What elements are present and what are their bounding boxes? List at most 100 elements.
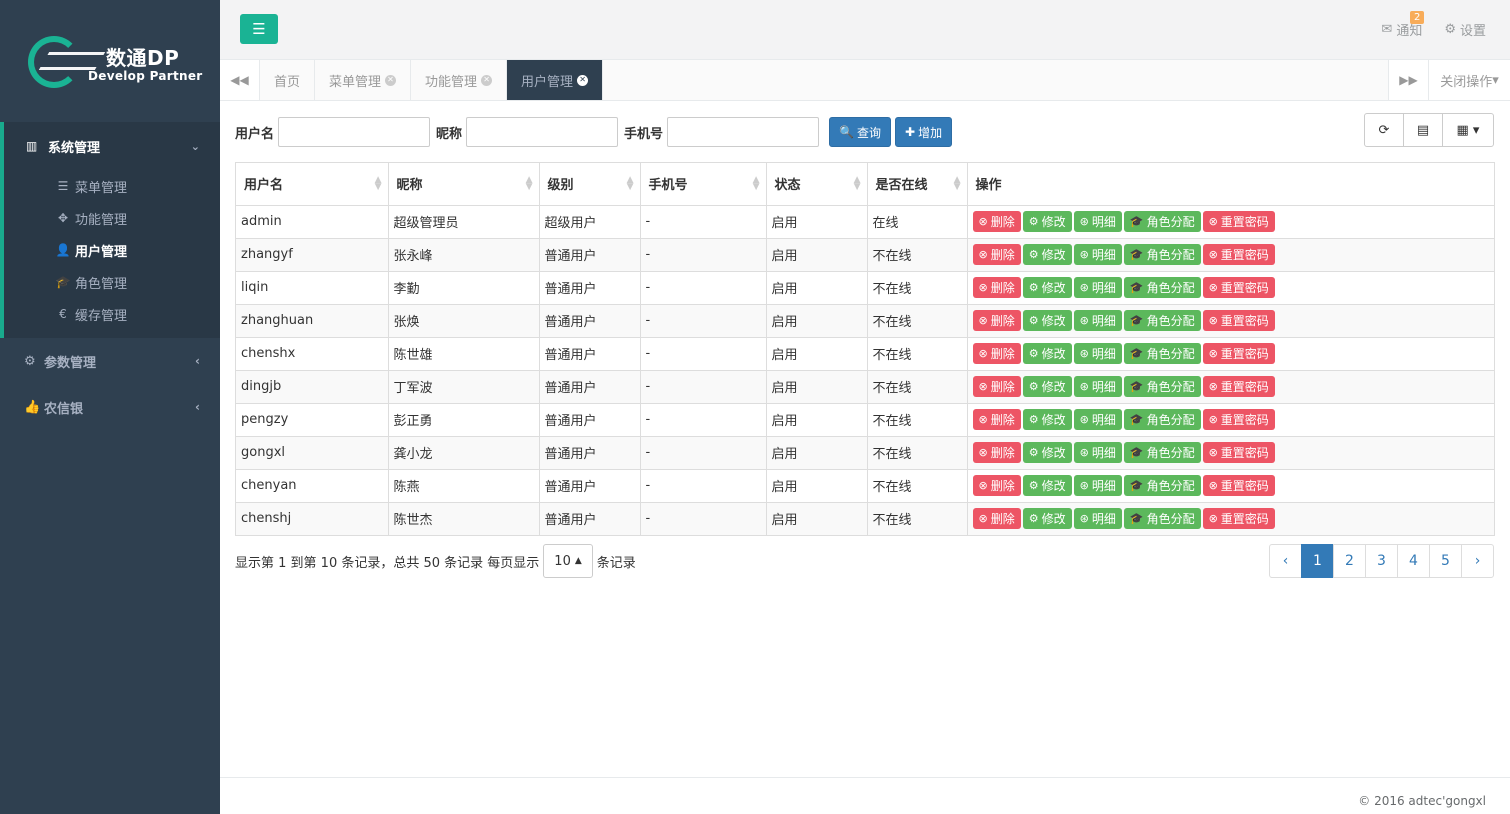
column-header-status[interactable]: 状态 ▲ ▼ (766, 163, 868, 206)
assign-role-button[interactable]: 🎓 角色分配 (1123, 211, 1201, 232)
detail-button[interactable]: ⊛ 明细 (1073, 343, 1122, 364)
edit-button[interactable]: ⚙ 修改 (1022, 211, 1072, 232)
reset-password-button[interactable]: ⊗ 重置密码 (1202, 277, 1275, 298)
edit-button[interactable]: ⚙ 修改 (1022, 376, 1072, 397)
edit-button[interactable]: ⚙ 修改 (1022, 475, 1072, 496)
assign-role-button[interactable]: 🎓 角色分配 (1123, 376, 1201, 397)
reset-password-button[interactable]: ⊗ 重置密码 (1202, 442, 1275, 463)
delete-button[interactable]: ⊗ 删除 (972, 244, 1021, 265)
delete-button[interactable]: ⊗ 删除 (972, 475, 1021, 496)
reset-password-label: 重置密码 (1220, 479, 1269, 493)
delete-label: 删除 (990, 479, 1015, 493)
sidebar-item-user[interactable]: 👤 用户管理 (4, 234, 220, 266)
column-header-username[interactable]: 用户名 ▲ ▼ (236, 163, 389, 206)
reset-password-button[interactable]: ⊗ 重置密码 (1202, 211, 1275, 232)
page-button[interactable]: 1 (1301, 544, 1334, 578)
assign-role-button[interactable]: 🎓 角色分配 (1123, 475, 1201, 496)
page-button[interactable]: 5 (1429, 544, 1462, 578)
delete-button[interactable]: ⊗ 删除 (972, 409, 1021, 430)
edit-button[interactable]: ⚙ 修改 (1022, 409, 1072, 430)
edit-button[interactable]: ⚙ 修改 (1022, 244, 1072, 265)
nav-system-toggle[interactable]: ▥ 系统管理 ⌄ (4, 122, 220, 170)
table-cell: 普通用户 (539, 468, 641, 502)
columns-icon[interactable]: ▦ ▾ (1443, 114, 1493, 146)
column-header-phone[interactable]: 手机号 ▲ ▼ (640, 163, 767, 206)
close-icon[interactable]: ✕ (385, 74, 397, 86)
delete-button[interactable]: ⊗ 删除 (972, 508, 1021, 530)
assign-role-button[interactable]: 🎓 角色分配 (1123, 343, 1201, 364)
tab-scroll-right-button[interactable]: ▶▶ (1388, 60, 1428, 100)
reset-password-button[interactable]: ⊗ 重置密码 (1202, 508, 1275, 530)
delete-button[interactable]: ⊗ 删除 (972, 343, 1021, 364)
table-cell: 普通用户 (539, 402, 641, 436)
reset-password-button[interactable]: ⊗ 重置密码 (1202, 376, 1275, 397)
phone-input[interactable] (667, 117, 820, 147)
tab-menu[interactable]: 菜单管理 ✕ (315, 60, 412, 100)
add-button[interactable]: ✚ 增加 (895, 117, 953, 147)
column-header-online[interactable]: 是否在线 ▲ ▼ (867, 163, 968, 206)
sidebar-item-role[interactable]: 🎓 角色管理 (4, 266, 220, 298)
edit-button[interactable]: ⚙ 修改 (1022, 277, 1072, 298)
reset-password-button[interactable]: ⊗ 重置密码 (1202, 409, 1275, 430)
edit-button[interactable]: ⚙ 修改 (1022, 508, 1072, 530)
delete-button[interactable]: ⊗ 删除 (972, 277, 1021, 298)
column-header-nickname[interactable]: 昵称 ▲ ▼ (388, 163, 540, 206)
edit-button[interactable]: ⚙ 修改 (1022, 442, 1072, 463)
detail-button[interactable]: ⊛ 明细 (1073, 310, 1122, 331)
nickname-input[interactable] (466, 117, 619, 147)
notify-link[interactable]: ✉ 通知 2 (1381, 11, 1425, 39)
edit-icon: ⚙ (1028, 446, 1039, 459)
close-icon[interactable]: ✕ (481, 74, 493, 86)
assign-role-button[interactable]: 🎓 角色分配 (1123, 277, 1201, 298)
sidebar-item-function[interactable]: ✥ 功能管理 (4, 202, 220, 234)
sidebar-item-params[interactable]: ⚙ 参数管理 ‹ (0, 338, 220, 384)
detail-button[interactable]: ⊛ 明细 (1073, 508, 1122, 530)
delete-button[interactable]: ⊗ 删除 (972, 442, 1021, 463)
page-size-dropdown[interactable]: 10 ▲ (543, 544, 593, 578)
page-button[interactable]: 2 (1333, 544, 1366, 578)
sidebar-item-nongxin[interactable]: 👍 农信银 ‹ (0, 384, 220, 430)
menu-toggle-button[interactable]: ☰ (240, 14, 278, 44)
tab-home[interactable]: 首页 (260, 60, 316, 100)
detail-button[interactable]: ⊛ 明细 (1073, 244, 1122, 265)
sitemap-icon: ▥ (26, 139, 38, 153)
detail-button[interactable]: ⊛ 明细 (1073, 376, 1122, 397)
delete-button[interactable]: ⊗ 删除 (972, 211, 1021, 232)
query-button[interactable]: 🔍 查询 (829, 117, 892, 147)
detail-button[interactable]: ⊛ 明细 (1073, 442, 1122, 463)
assign-role-button[interactable]: 🎓 角色分配 (1123, 508, 1201, 530)
delete-button[interactable]: ⊗ 删除 (972, 310, 1021, 331)
column-header-level[interactable]: 级别 ▲ ▼ (539, 163, 641, 206)
detail-button[interactable]: ⊛ 明细 (1073, 211, 1122, 232)
refresh-icon[interactable]: ⟳ (1365, 114, 1404, 146)
tab-function[interactable]: 功能管理 ✕ (411, 60, 508, 100)
detail-button[interactable]: ⊛ 明细 (1073, 409, 1122, 430)
page-button[interactable]: 3 (1365, 544, 1398, 578)
reset-password-button[interactable]: ⊗ 重置密码 (1202, 310, 1275, 331)
detail-button[interactable]: ⊛ 明细 (1073, 277, 1122, 298)
toggle-view-icon[interactable]: ▤ (1404, 114, 1443, 146)
assign-role-button[interactable]: 🎓 角色分配 (1123, 244, 1201, 265)
page-button[interactable]: 4 (1397, 544, 1430, 578)
close-operations-dropdown[interactable]: 关闭操作 ▾ (1428, 60, 1510, 100)
reset-password-button[interactable]: ⊗ 重置密码 (1202, 475, 1275, 496)
assign-role-icon: 🎓 (1129, 248, 1144, 261)
username-input[interactable] (278, 117, 431, 147)
assign-role-button[interactable]: 🎓 角色分配 (1123, 310, 1201, 331)
prev-page-button[interactable]: ‹ (1269, 544, 1302, 578)
detail-button[interactable]: ⊛ 明细 (1073, 475, 1122, 496)
close-icon[interactable]: ✕ (577, 74, 589, 86)
assign-role-button[interactable]: 🎓 角色分配 (1123, 442, 1201, 463)
tab-scroll-left-button[interactable]: ◀◀ (220, 60, 260, 100)
sidebar-item-cache[interactable]: € 缓存管理 (4, 298, 220, 330)
tab-user[interactable]: 用户管理 ✕ (507, 60, 604, 100)
settings-link[interactable]: ⚙ 设置 (1444, 20, 1486, 39)
next-page-button[interactable]: › (1461, 544, 1494, 578)
edit-button[interactable]: ⚙ 修改 (1022, 343, 1072, 364)
delete-button[interactable]: ⊗ 删除 (972, 376, 1021, 397)
reset-password-button[interactable]: ⊗ 重置密码 (1202, 343, 1275, 364)
sidebar-item-menu[interactable]: ☰ 菜单管理 (4, 170, 220, 202)
edit-button[interactable]: ⚙ 修改 (1022, 310, 1072, 331)
assign-role-button[interactable]: 🎓 角色分配 (1123, 409, 1201, 430)
reset-password-button[interactable]: ⊗ 重置密码 (1202, 244, 1275, 265)
